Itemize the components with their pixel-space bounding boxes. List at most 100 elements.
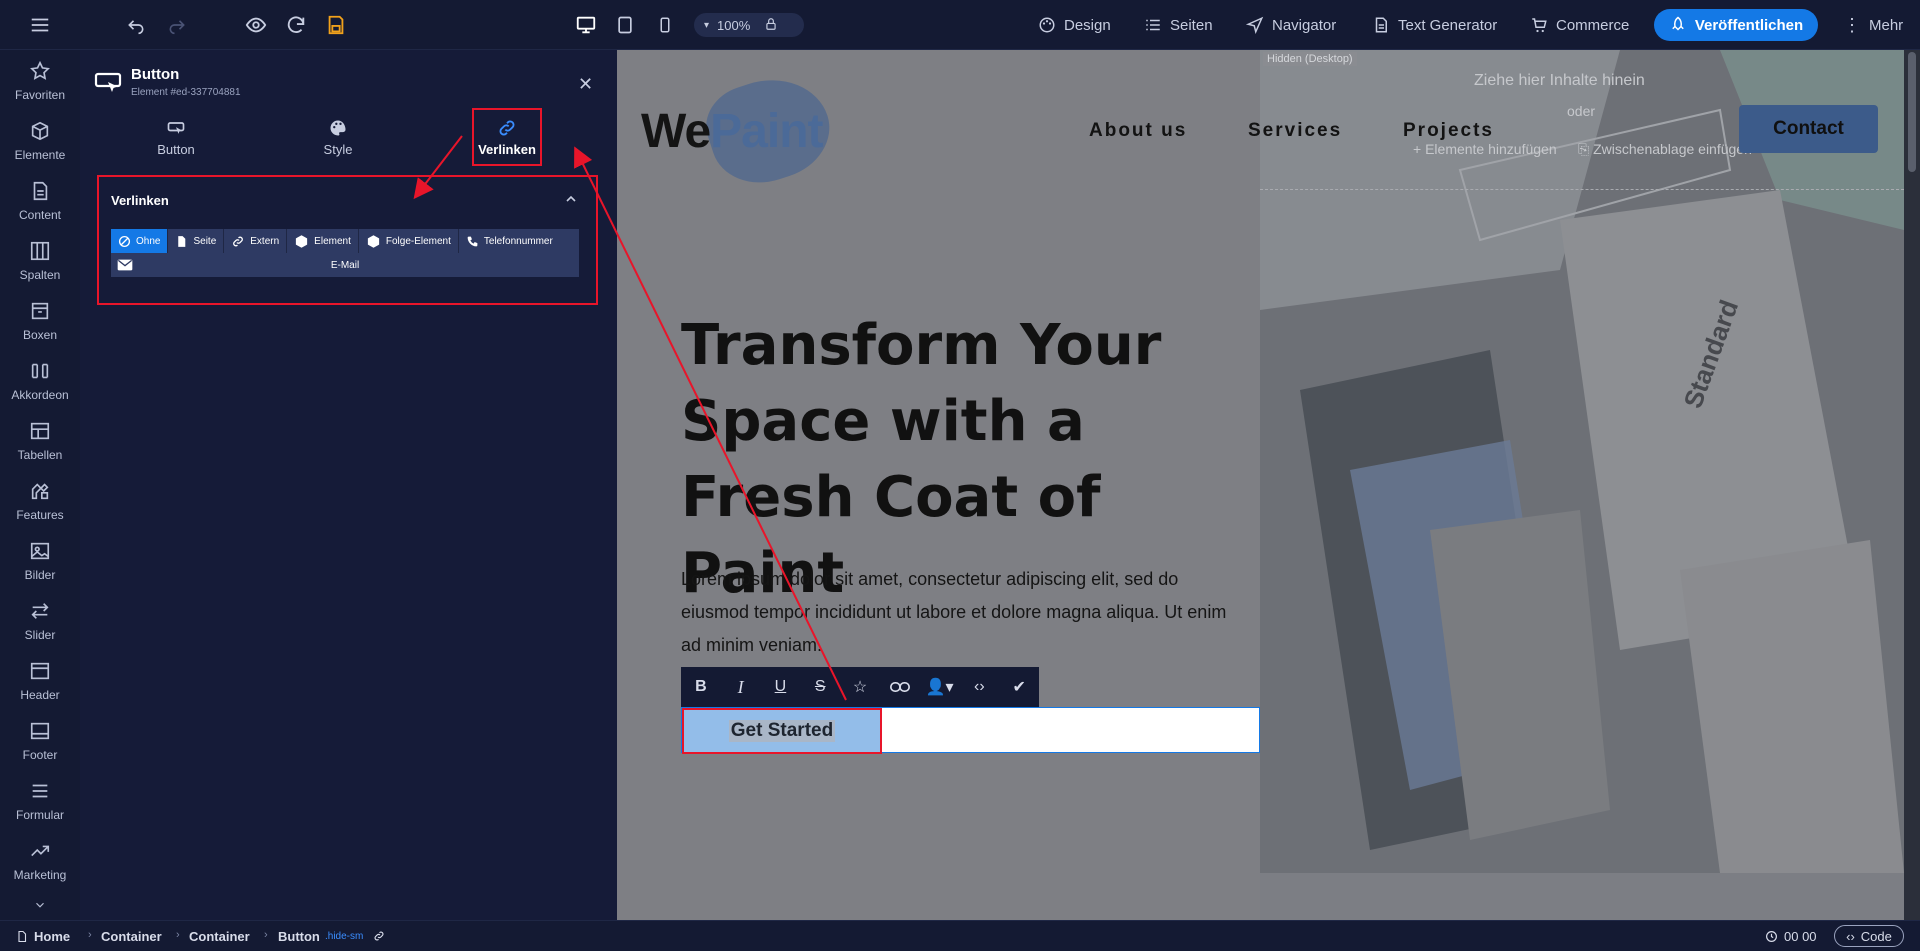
- design-menu[interactable]: Design: [1038, 13, 1111, 37]
- scroll-thumb[interactable]: [1908, 52, 1916, 172]
- sidebar-item-marketing[interactable]: Marketing: [0, 840, 80, 900]
- commerce-menu[interactable]: Commerce: [1530, 13, 1629, 37]
- preview-eye-icon[interactable]: [244, 13, 268, 37]
- sidebar-item-content[interactable]: Content: [0, 180, 80, 240]
- confirm-button[interactable]: ✔: [999, 667, 1039, 707]
- get-started-button[interactable]: Get Started: [682, 708, 882, 754]
- logo-paint: Paint: [710, 105, 823, 158]
- features-icon: [31, 483, 49, 500]
- external-link-icon: [233, 236, 244, 246]
- sidebar-scroll-down[interactable]: [0, 898, 80, 918]
- canvas-scrollbar[interactable]: [1904, 50, 1920, 920]
- link-icon: [889, 682, 910, 692]
- button-element-icon: [94, 70, 122, 99]
- sidebar-item-label: Tabellen: [17, 448, 63, 462]
- link-option-element[interactable]: Element: [287, 229, 359, 253]
- person-dropdown-button[interactable]: 👤▾: [920, 667, 960, 707]
- link-option-email[interactable]: E-Mail: [111, 253, 579, 277]
- tab-style[interactable]: Style: [278, 118, 398, 168]
- underline-button[interactable]: U: [761, 667, 801, 707]
- link-option-extern[interactable]: Extern: [224, 229, 288, 253]
- sidebar-item-bilder[interactable]: Bilder: [0, 540, 80, 600]
- chevron-right-icon: ›: [264, 929, 268, 941]
- add-elements-link[interactable]: + Elemente hinzufügen: [1413, 141, 1557, 157]
- editor-canvas: WePaint Standard Hidden (Desktop) Ziehe …: [617, 50, 1920, 920]
- sidebar-item-formular[interactable]: Formular: [0, 780, 80, 840]
- nav-link-about[interactable]: About us: [1089, 120, 1187, 142]
- hamburger-menu-icon[interactable]: [28, 13, 52, 37]
- redo-icon[interactable]: [165, 13, 189, 37]
- breadcrumb-label: Container: [101, 929, 162, 944]
- navigator-menu[interactable]: Navigator: [1246, 13, 1336, 37]
- sidebar-item-boxen[interactable]: Boxen: [0, 300, 80, 360]
- text-generator-menu[interactable]: Text Generator: [1372, 13, 1497, 37]
- refresh-icon[interactable]: [284, 13, 308, 37]
- accordion-icon: [31, 363, 49, 379]
- desktop-view-icon[interactable]: [574, 13, 598, 37]
- site-logo[interactable]: WePaint: [641, 104, 824, 159]
- nav-link-projects[interactable]: Projects: [1403, 120, 1494, 142]
- sidebar-item-label: Slider: [24, 628, 56, 642]
- link-option-label: Ohne: [136, 235, 161, 247]
- code-button[interactable]: ‹› Code: [1834, 925, 1904, 947]
- publish-button[interactable]: Veröffentlichen: [1654, 9, 1818, 41]
- mobile-view-icon[interactable]: [653, 13, 677, 37]
- link-option-folge-element[interactable]: Folge-Element: [359, 229, 459, 253]
- file-icon: [18, 930, 27, 943]
- zoom-selector[interactable]: ▾ 100%: [694, 13, 804, 37]
- tab-verlinken[interactable]: Verlinken: [472, 108, 542, 166]
- italic-button[interactable]: I: [721, 667, 761, 707]
- sidebar-item-label: Favoriten: [14, 88, 66, 102]
- pages-menu[interactable]: Seiten: [1144, 13, 1213, 37]
- sidebar-item-favoriten[interactable]: Favoriten: [0, 60, 80, 120]
- tablet-view-icon[interactable]: [613, 13, 637, 37]
- chevron-down-icon: ▾: [704, 19, 710, 31]
- chevron-up-icon[interactable]: [563, 191, 579, 210]
- tab-label: Verlinken: [478, 142, 536, 157]
- breadcrumb-button[interactable]: Button: [278, 929, 320, 944]
- save-icon[interactable]: [324, 13, 348, 37]
- sidebar-item-akkordeon[interactable]: Akkordeon: [0, 360, 80, 420]
- breadcrumb-container-2[interactable]: Container: [189, 929, 250, 944]
- bold-button[interactable]: B: [681, 667, 721, 707]
- more-menu[interactable]: ⋮ Mehr: [1843, 13, 1903, 37]
- phone-icon: [467, 236, 478, 246]
- panel-title: Button: [131, 66, 180, 83]
- link-option-label: Seite: [193, 235, 217, 247]
- code-view-button[interactable]: ‹›: [959, 667, 999, 707]
- sidebar-item-label: Akkordeon: [11, 388, 69, 402]
- close-icon: ✕: [578, 74, 594, 94]
- paste-clipboard-label: Zwischenablage einfügen: [1593, 141, 1752, 157]
- sidebar-item-tabellen[interactable]: Tabellen: [0, 420, 80, 480]
- sidebar-item-label: Header: [20, 688, 60, 702]
- undo-icon[interactable]: [124, 13, 148, 37]
- timer-value: 00 00: [1784, 929, 1817, 944]
- link-option-ohne[interactable]: Ohne: [111, 229, 169, 253]
- hero-text[interactable]: Lorem ipsum dolor sit amet, consectetur …: [681, 563, 1251, 662]
- clipboard-icon: ⎘: [1578, 141, 1594, 157]
- link-button[interactable]: [880, 667, 920, 707]
- sidebar-item-footer[interactable]: Footer: [0, 720, 80, 780]
- breadcrumb-home[interactable]: Home: [16, 929, 70, 944]
- sidebar-item-spalten[interactable]: Spalten: [0, 240, 80, 300]
- breadcrumb-container-1[interactable]: Container: [101, 929, 162, 944]
- link-settings-section: Verlinken Ohne Seite Extern Element Folg…: [97, 175, 598, 305]
- sidebar-item-features[interactable]: Features: [0, 480, 80, 540]
- link-option-label: Telefonnummer: [483, 235, 553, 247]
- close-panel-button[interactable]: ✕: [578, 74, 593, 95]
- link-option-telefonnummer[interactable]: Telefonnummer: [459, 229, 560, 253]
- strikethrough-button[interactable]: S: [800, 667, 840, 707]
- special-button[interactable]: ☆: [840, 667, 880, 707]
- sidebar-item-header[interactable]: Header: [0, 660, 80, 720]
- sidebar-item-slider[interactable]: Slider: [0, 600, 80, 660]
- tab-button[interactable]: Button: [116, 118, 236, 168]
- rocket-icon: [1672, 16, 1684, 31]
- lock-icon[interactable]: [764, 17, 778, 34]
- sidebar-item-elemente[interactable]: Elemente: [0, 120, 80, 180]
- list-icon: [1146, 19, 1160, 31]
- paste-clipboard-link[interactable]: ⎘ Zwischenablage einfügen: [1578, 141, 1752, 158]
- contact-button[interactable]: Contact: [1739, 105, 1878, 153]
- nav-link-services[interactable]: Services: [1248, 120, 1342, 142]
- link-section-header: Verlinken: [111, 193, 169, 208]
- link-option-seite[interactable]: Seite: [168, 229, 225, 253]
